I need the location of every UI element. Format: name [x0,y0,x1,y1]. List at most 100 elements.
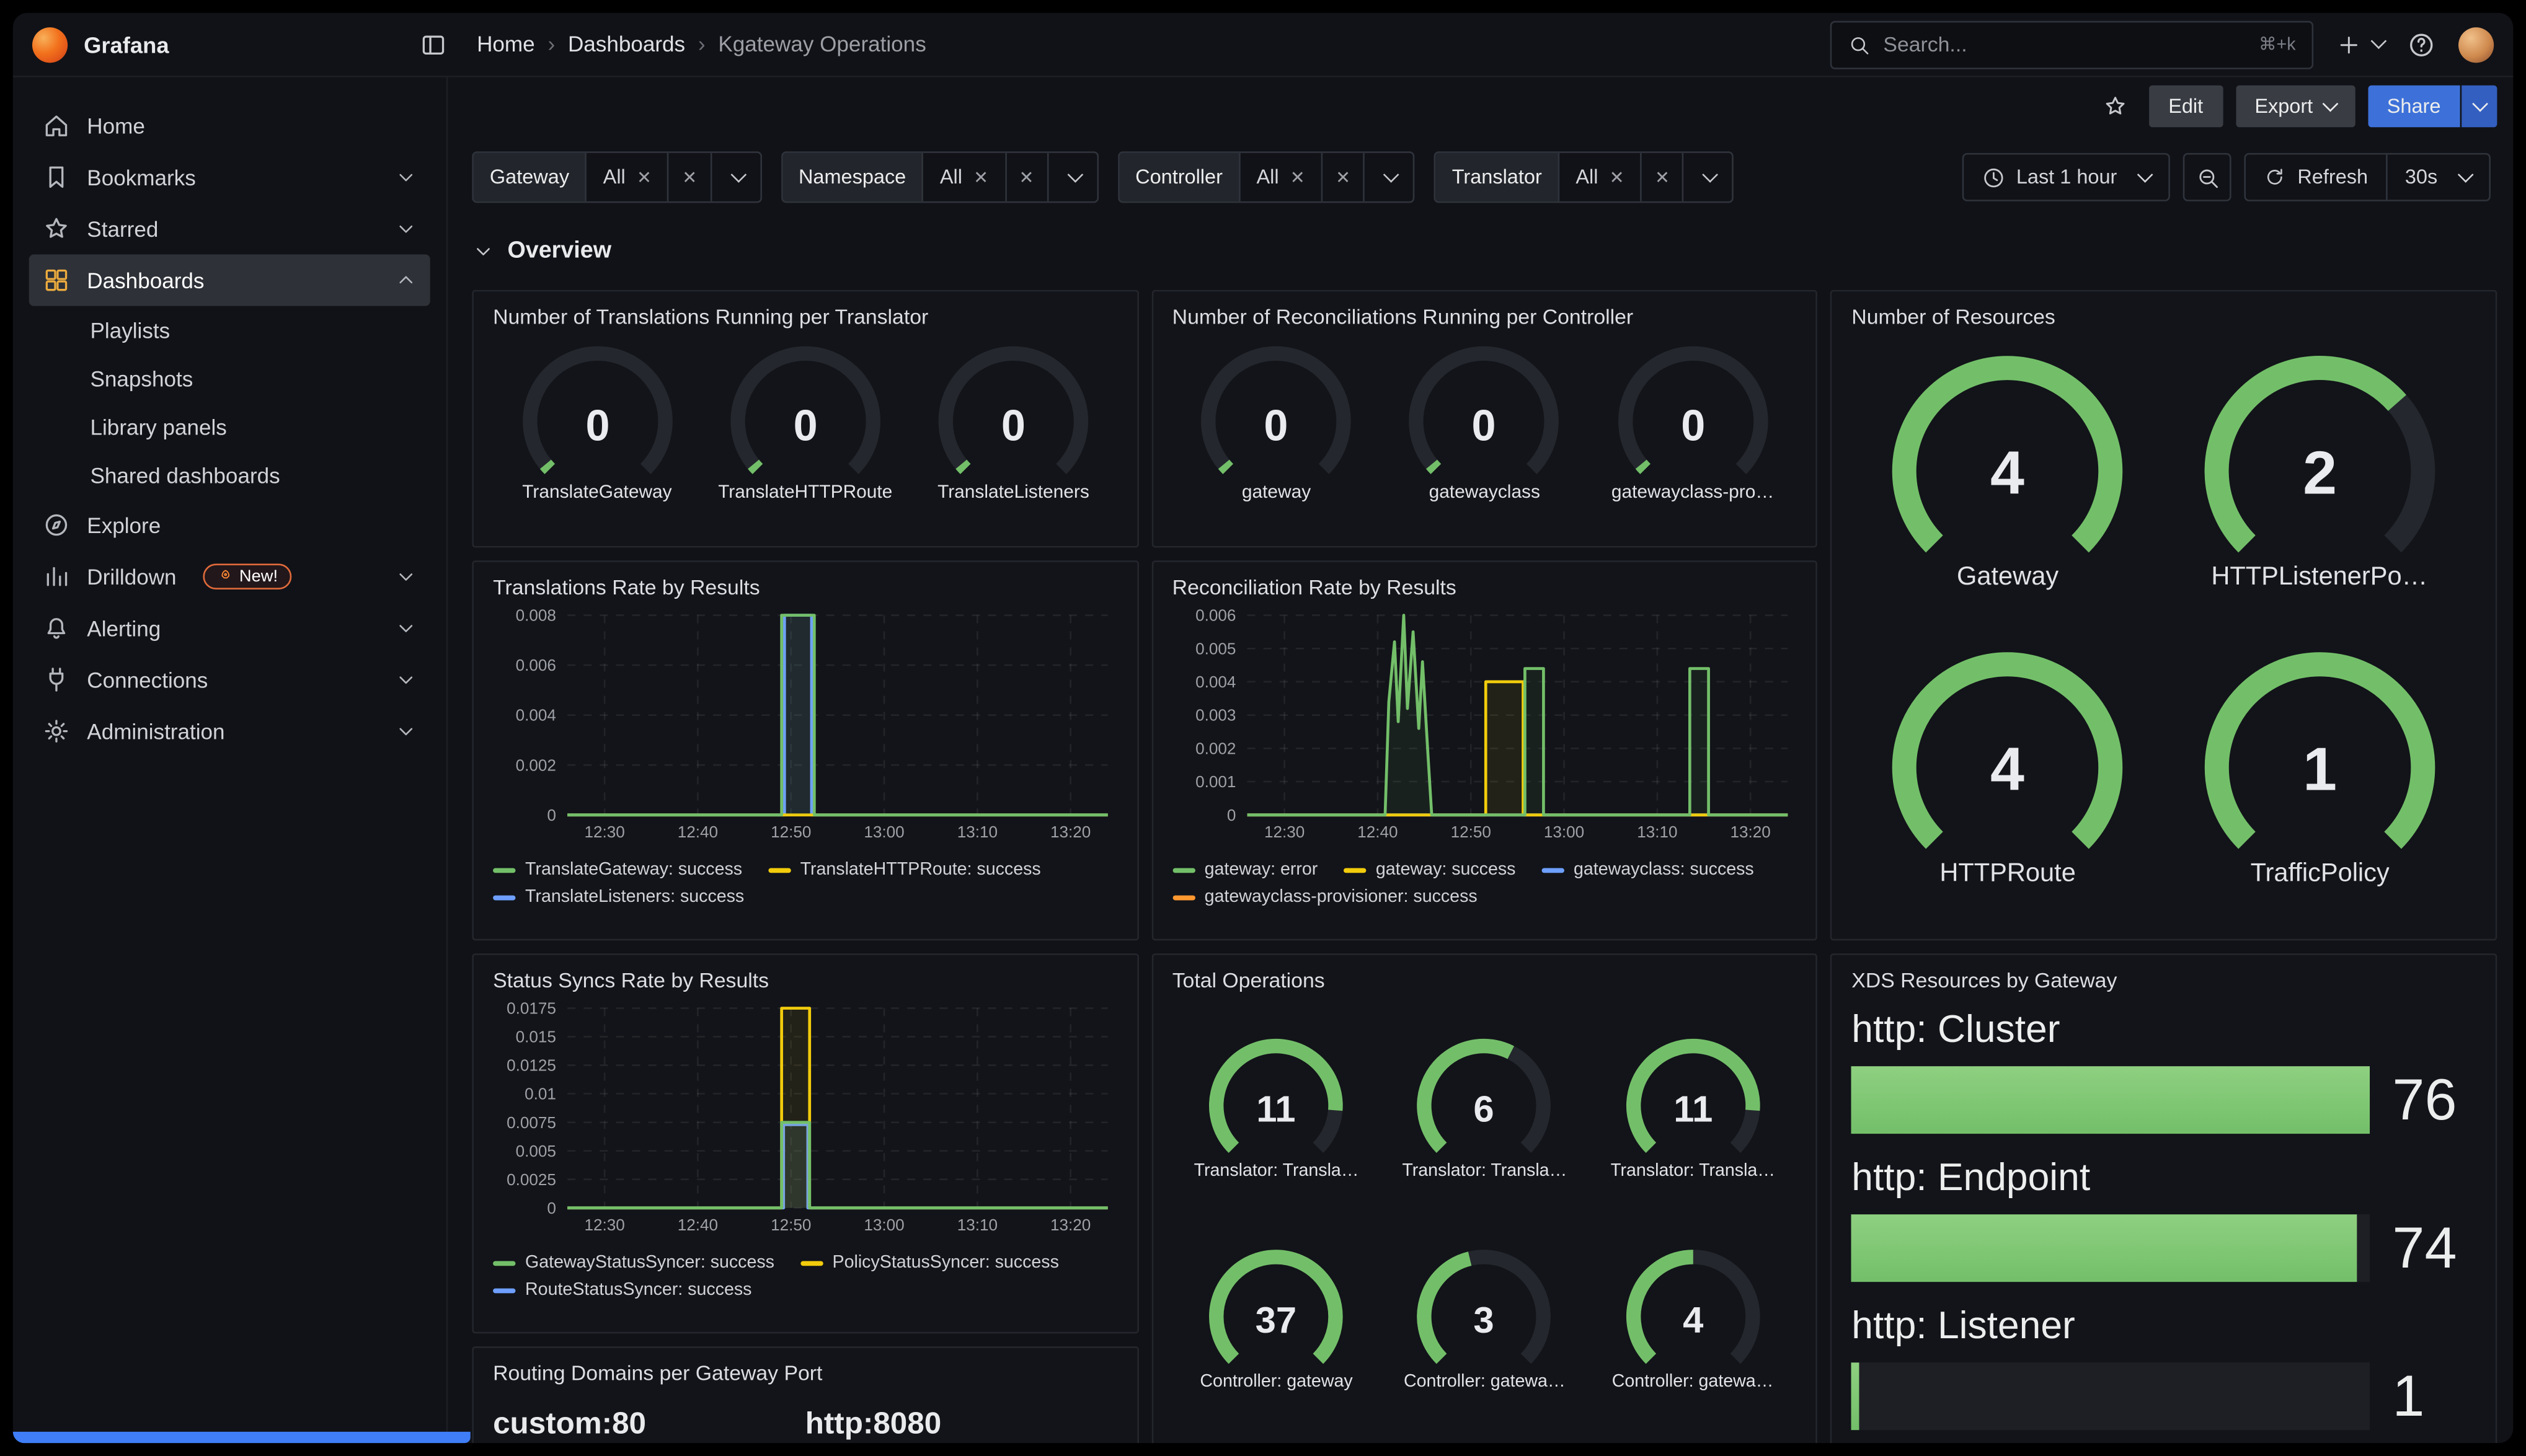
panel-title[interactable]: Reconciliation Rate by Results [1172,575,1797,599]
filter-dropdown-toggle[interactable] [1684,153,1732,201]
legend-item[interactable]: PolicyStatusSyncer: success [800,1253,1059,1272]
search-input[interactable]: Search... ⌘+k [1830,20,2313,68]
chevron-down-icon[interactable] [395,218,417,240]
remove-value-icon[interactable]: ✕ [637,167,652,188]
gauge-value: 0 [793,401,817,450]
timeseries-chart[interactable]: 00.0020.0040.0060.00812:3012:4012:5013:0… [493,606,1117,847]
filter-value[interactable]: All✕ [924,153,1006,201]
panel-title[interactable]: Status Syncs Rate by Results [493,968,1117,992]
remove-value-icon[interactable]: ✕ [1610,167,1624,188]
sidebar-item-label: Drilldown [87,565,176,589]
sidebar-item-starred[interactable]: Starred [29,203,430,254]
panel-title[interactable]: Number of Translations Running per Trans… [493,304,1117,329]
zoom-out-button[interactable] [2183,153,2231,201]
timeseries-chart[interactable]: 00.00250.0050.00750.010.01250.0150.01751… [493,999,1117,1240]
filter-value[interactable]: All✕ [1240,153,1323,201]
clear-filter-icon[interactable]: ✕ [670,153,712,201]
remove-value-icon[interactable]: ✕ [1290,167,1305,188]
panel-title[interactable]: Number of Reconciliations Running per Co… [1172,304,1797,329]
legend-item[interactable]: gateway: error [1172,860,1318,879]
user-avatar[interactable] [2458,27,2494,62]
time-range-picker[interactable]: Last 1 hour [1961,153,2170,201]
legend-item[interactable]: TranslateListeners: success [493,888,744,907]
filter-dropdown-toggle[interactable] [712,153,760,201]
refresh-button[interactable]: Refresh [2246,154,2385,200]
stat-label: custom:80 [493,1408,805,1443]
filter-dropdown-toggle[interactable] [1048,153,1097,201]
edit-button[interactable]: Edit [2149,86,2222,128]
gauge: 37Controller: gateway [1186,1245,1367,1391]
panel-title[interactable]: Translations Rate by Results [493,575,1117,599]
share-dropdown-button[interactable] [2462,86,2497,128]
sidebar-item-administration[interactable]: Administration [29,705,430,757]
filter-label[interactable]: Gateway [474,153,587,201]
clear-filter-icon[interactable]: ✕ [1323,153,1365,201]
connections-icon [42,665,71,694]
chevron-down-icon [1383,166,1399,182]
filter-label[interactable]: Namespace [782,153,924,201]
export-button[interactable]: Export [2235,86,2355,128]
sidebar-item-connections[interactable]: Connections [29,654,430,705]
series-color-swatch [493,867,515,872]
time-controls: Last 1 hour Refresh 30s [1961,153,2491,201]
sidebar-item-home[interactable]: Home [29,100,430,151]
chevron-down-icon[interactable] [395,166,417,188]
sidebar-item-shared-dashboards[interactable]: Shared dashboards [29,451,430,500]
sidebar-item-drilldown[interactable]: DrilldownNew! [29,551,430,602]
plus-icon [2336,32,2362,58]
panel-title[interactable]: Number of Resources [1851,304,2476,329]
sidebar-item-label: Explore [87,513,161,537]
timeseries-chart[interactable]: 00.0010.0020.0030.0040.0050.00612:3012:4… [1172,606,1797,847]
filter-label[interactable]: Controller [1119,153,1240,201]
gauge-label: Controller: gatewa… [1612,1372,1774,1392]
svg-text:12:50: 12:50 [771,823,811,841]
favorite-star-button[interactable] [2094,86,2137,128]
legend-item[interactable]: gatewayclass: success [1541,860,1754,879]
dock-sidebar-icon[interactable] [419,30,448,59]
chevron-down-icon[interactable] [395,617,417,639]
panel-body: 00.0010.0020.0030.0040.0050.00612:3012:4… [1172,606,1797,907]
panel-title[interactable]: XDS Resources by Gateway [1851,968,2476,992]
clear-filter-icon[interactable]: ✕ [1642,153,1684,201]
series-color-swatch [493,1287,515,1292]
filter-value[interactable]: All✕ [1559,153,1642,201]
remove-value-icon[interactable]: ✕ [973,167,988,188]
sidebar-item-dashboards[interactable]: Dashboards [29,255,430,306]
chevron-down-icon[interactable] [395,668,417,690]
chevron-down-icon [2458,166,2474,182]
breadcrumb-dashboards[interactable]: Dashboards [568,32,685,56]
section-overview-toggle[interactable]: Overview [450,210,2513,280]
chevron-up-icon[interactable] [395,269,417,291]
new-menu-button[interactable] [2336,32,2385,58]
sidebar-item-bookmarks[interactable]: Bookmarks [29,151,430,203]
legend-item[interactable]: RouteStatusSyncer: success [493,1281,751,1300]
sidebar-item-playlists[interactable]: Playlists [29,306,430,355]
sidebar-item-library-panels[interactable]: Library panels [29,403,430,451]
filter-label[interactable]: Translator [1436,153,1560,201]
panel-reconciliations-running: Number of Reconciliations Running per Co… [1151,290,1818,548]
share-button[interactable]: Share [2368,86,2460,128]
export-label: Export [2254,95,2313,117]
panel-title[interactable]: Total Operations [1172,968,1797,992]
sidebar-item-alerting[interactable]: Alerting [29,602,430,654]
refresh-interval-dropdown[interactable]: 30s [2386,154,2489,200]
breadcrumb-home[interactable]: Home [477,32,535,56]
legend-item[interactable]: gatewayclass-provisioner: success [1172,888,1478,907]
chevron-down-icon[interactable] [395,565,417,588]
legend-item[interactable]: TranslateGateway: success [493,860,742,879]
panel-title[interactable]: Routing Domains per Gateway Port [493,1361,1117,1385]
filter-value[interactable]: All✕ [587,153,670,201]
clear-filter-icon[interactable]: ✕ [1006,153,1048,201]
gauge: 3Controller: gatewa… [1394,1245,1575,1391]
svg-text:0: 0 [1226,806,1236,824]
legend-item[interactable]: TranslateHTTPRoute: success [768,860,1041,879]
legend-item[interactable]: gateway: success [1344,860,1516,879]
sidebar-item-snapshots[interactable]: Snapshots [29,355,430,403]
sidebar-item-explore[interactable]: Explore [29,499,430,550]
help-icon[interactable] [2407,30,2436,59]
grafana-logo-icon[interactable] [32,27,68,62]
legend-item[interactable]: GatewayStatusSyncer: success [493,1253,774,1272]
chevron-down-icon[interactable] [395,720,417,742]
filter-dropdown-toggle[interactable] [1365,153,1413,201]
search-shortcut: ⌘+k [2259,34,2296,55]
